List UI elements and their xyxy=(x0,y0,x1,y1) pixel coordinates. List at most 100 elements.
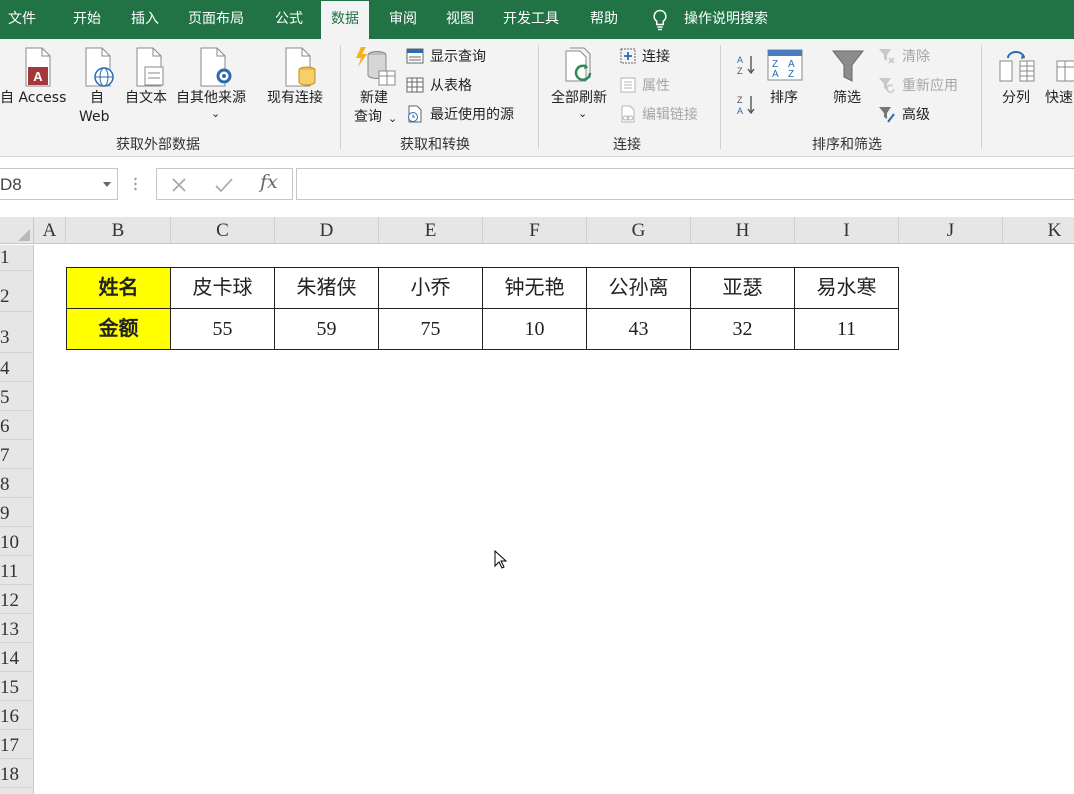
from-access-button[interactable]: 自 Access xyxy=(0,89,66,107)
column-header-b[interactable]: B xyxy=(66,217,171,244)
chevron-down-icon[interactable]: ⌄ xyxy=(388,110,397,128)
insert-function-icon[interactable]: fx xyxy=(260,171,278,193)
show-queries-icon[interactable] xyxy=(406,47,424,65)
row-header-17[interactable]: 17 xyxy=(0,730,34,759)
row-header-6[interactable]: 6 xyxy=(0,411,34,440)
from-table-button[interactable]: 从表格 xyxy=(430,77,472,95)
column-header-j[interactable]: J xyxy=(899,217,1003,244)
column-header-d[interactable]: D xyxy=(275,217,379,244)
chevron-down-icon[interactable]: ⌄ xyxy=(211,105,220,123)
enter-check-icon[interactable] xyxy=(215,177,233,193)
tab-formulas[interactable]: 公式 xyxy=(275,0,303,39)
column-header-a[interactable]: A xyxy=(34,217,66,244)
web-globe-icon[interactable] xyxy=(82,47,116,89)
cell-b3-amount-header[interactable]: 金额 xyxy=(67,309,171,350)
tab-file[interactable]: 文件 xyxy=(8,0,36,39)
row-header-12[interactable]: 12 xyxy=(0,585,34,614)
column-header-i[interactable]: I xyxy=(795,217,899,244)
cell-c2[interactable]: 皮卡球 xyxy=(171,268,275,309)
row-header-2[interactable]: 2 xyxy=(0,271,34,312)
recent-sources-button[interactable]: 最近使用的源 xyxy=(430,106,514,124)
new-query-label-1[interactable]: 新建 xyxy=(360,89,388,107)
cell-f3[interactable]: 10 xyxy=(483,309,587,350)
cancel-x-icon[interactable] xyxy=(171,177,187,193)
text-to-columns-icon[interactable] xyxy=(998,49,1036,83)
row-header-3[interactable]: 3 xyxy=(0,312,34,353)
row-header-15[interactable]: 15 xyxy=(0,672,34,701)
tab-page-layout[interactable]: 页面布局 xyxy=(188,0,244,39)
formula-input[interactable] xyxy=(296,168,1074,200)
cell-h3[interactable]: 32 xyxy=(691,309,795,350)
new-query-label-2[interactable]: 查询 xyxy=(354,108,382,126)
filter-funnel-icon[interactable] xyxy=(831,49,865,85)
access-database-icon[interactable]: A xyxy=(20,47,54,89)
tab-review[interactable]: 审阅 xyxy=(389,0,417,39)
tab-data[interactable]: 数据 xyxy=(321,1,369,39)
advanced-button[interactable]: 高级 xyxy=(902,106,930,124)
text-file-icon[interactable] xyxy=(133,47,167,89)
row-header-8[interactable]: 8 xyxy=(0,469,34,498)
cell-i3[interactable]: 11 xyxy=(795,309,899,350)
tell-me-search[interactable]: 操作说明搜索 xyxy=(684,0,768,39)
row-header-10[interactable]: 10 xyxy=(0,527,34,556)
tab-insert[interactable]: 插入 xyxy=(131,0,159,39)
filter-button[interactable]: 筛选 xyxy=(833,89,861,107)
recent-sources-icon[interactable] xyxy=(406,105,424,123)
show-queries-button[interactable]: 显示查询 xyxy=(430,48,486,66)
cell-d3[interactable]: 59 xyxy=(275,309,379,350)
column-header-f[interactable]: F xyxy=(483,217,587,244)
cell-d2[interactable]: 朱猪侠 xyxy=(275,268,379,309)
chevron-down-icon[interactable]: ⌄ xyxy=(578,105,587,123)
select-all-corner[interactable] xyxy=(0,217,34,244)
row-header-18[interactable]: 18 xyxy=(0,759,34,788)
cell-g2[interactable]: 公孙离 xyxy=(587,268,691,309)
flash-fill-icon[interactable] xyxy=(1055,49,1074,83)
column-header-c[interactable]: C xyxy=(171,217,275,244)
cell-h2[interactable]: 亚瑟 xyxy=(691,268,795,309)
row-header-13[interactable]: 13 xyxy=(0,614,34,643)
row-header-4[interactable]: 4 xyxy=(0,353,34,382)
table-icon[interactable] xyxy=(406,76,424,94)
drag-handle-icon[interactable] xyxy=(134,177,137,191)
flash-fill-button[interactable]: 快速 xyxy=(1045,89,1073,107)
cell-e3[interactable]: 75 xyxy=(379,309,483,350)
row-header-1[interactable]: 1 xyxy=(0,245,34,271)
advanced-filter-icon[interactable] xyxy=(878,105,896,123)
column-header-e[interactable]: E xyxy=(379,217,483,244)
cell-e2[interactable]: 小乔 xyxy=(379,268,483,309)
tab-developer[interactable]: 开发工具 xyxy=(503,0,559,39)
row-header-14[interactable]: 14 xyxy=(0,643,34,672)
from-web-label-1[interactable]: 自 xyxy=(90,89,104,107)
column-header-g[interactable]: G xyxy=(587,217,691,244)
cell-c3[interactable]: 55 xyxy=(171,309,275,350)
sort-ascending-icon[interactable]: A Z xyxy=(736,53,756,77)
row-header-9[interactable]: 9 xyxy=(0,498,34,527)
column-header-k[interactable]: K xyxy=(1003,217,1074,244)
other-sources-icon[interactable] xyxy=(197,47,237,89)
cell-b2-name-header[interactable]: 姓名 xyxy=(67,268,171,309)
tab-home[interactable]: 开始 xyxy=(73,0,101,39)
sort-button[interactable]: 排序 xyxy=(770,89,798,107)
row-header-5[interactable]: 5 xyxy=(0,382,34,411)
connections-button[interactable]: 连接 xyxy=(642,48,670,66)
existing-connections-icon[interactable] xyxy=(282,47,318,89)
row-header-16[interactable]: 16 xyxy=(0,701,34,730)
column-header-h[interactable]: H xyxy=(691,217,795,244)
tab-view[interactable]: 视图 xyxy=(446,0,474,39)
from-text-button[interactable]: 自文本 xyxy=(125,89,167,107)
new-query-icon[interactable] xyxy=(355,45,397,89)
cell-g3[interactable]: 43 xyxy=(587,309,691,350)
refresh-all-icon[interactable] xyxy=(562,47,602,89)
sort-descending-icon[interactable]: Z A xyxy=(736,93,756,117)
existing-connections-button[interactable]: 现有连接 xyxy=(267,89,323,107)
row-header-11[interactable]: 11 xyxy=(0,556,34,585)
row-header-7[interactable]: 7 xyxy=(0,440,34,469)
tab-help[interactable]: 帮助 xyxy=(590,0,618,39)
cell-f2[interactable]: 钟无艳 xyxy=(483,268,587,309)
chevron-down-icon[interactable] xyxy=(103,182,111,187)
connections-icon[interactable] xyxy=(619,47,637,65)
text-to-columns-button[interactable]: 分列 xyxy=(1002,89,1030,107)
cell-i2[interactable]: 易水寒 xyxy=(795,268,899,309)
sort-icon[interactable]: Z A A Z xyxy=(767,49,803,81)
name-box[interactable]: D8 xyxy=(0,168,118,200)
